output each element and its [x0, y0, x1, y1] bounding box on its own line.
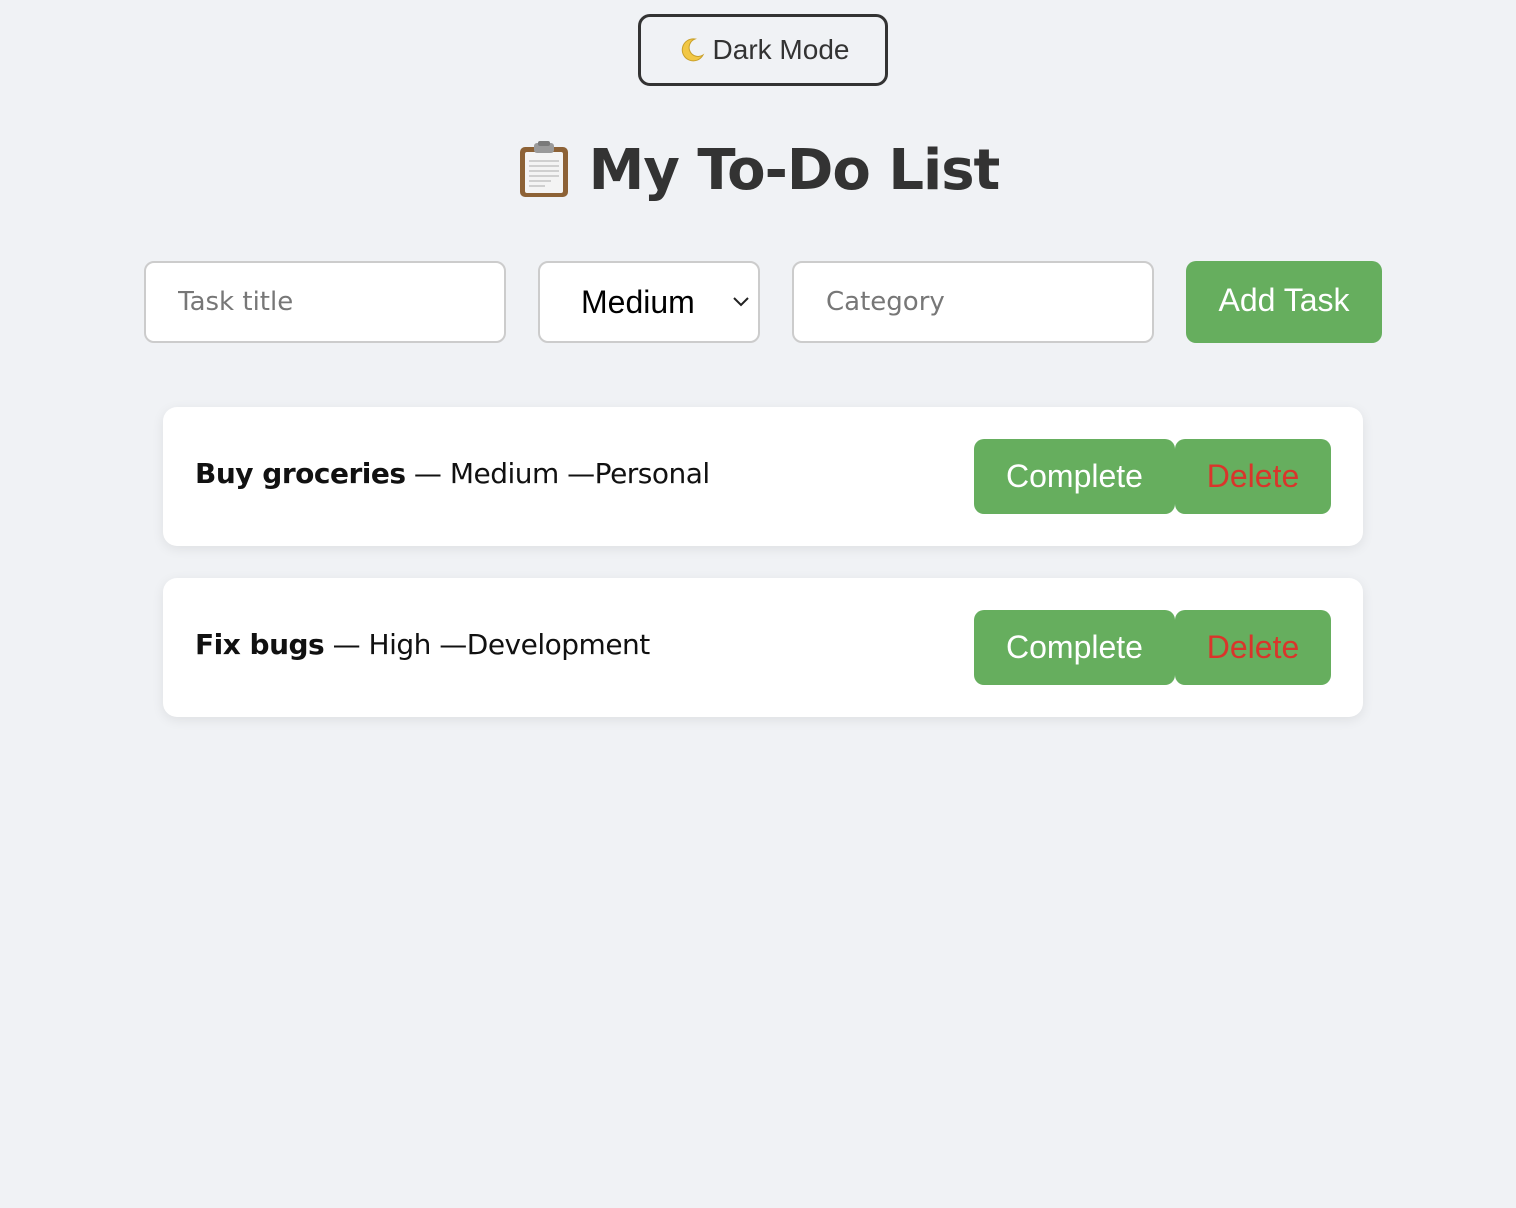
task-meta: — High —Development [324, 628, 651, 661]
task-title-field[interactable] [144, 261, 506, 343]
task-title-input[interactable] [178, 287, 504, 317]
dark-mode-toggle[interactable]: Dark Mode [638, 14, 888, 86]
add-task-button[interactable]: Add Task [1186, 261, 1382, 343]
dark-mode-label: Dark Mode [712, 34, 850, 65]
task-meta: — Medium —Personal [405, 457, 710, 490]
priority-select[interactable]: Medium [538, 261, 760, 343]
task-title: Fix bugs [195, 628, 325, 661]
chevron-down-icon [733, 297, 749, 307]
complete-button[interactable]: Complete [974, 610, 1175, 685]
page-title: My To-Do List [0, 132, 1516, 208]
page-title-text: My To-Do List [588, 137, 1001, 203]
priority-selected-value: Medium [581, 283, 695, 320]
moon-icon [681, 38, 704, 62]
task-text: Buy groceries — Medium —Personal [195, 457, 710, 490]
delete-button[interactable]: Delete [1175, 439, 1331, 514]
delete-button[interactable]: Delete [1175, 610, 1331, 685]
complete-button[interactable]: Complete [974, 439, 1175, 514]
category-field[interactable] [792, 261, 1154, 343]
task-card: Buy groceries — Medium —Personal Complet… [163, 407, 1363, 546]
task-title: Buy groceries [195, 457, 406, 490]
task-text: Fix bugs — High —Development [195, 628, 650, 661]
category-input[interactable] [826, 287, 1152, 317]
task-card: Fix bugs — High —Development Complete De… [163, 578, 1363, 717]
clipboard-icon [519, 141, 568, 197]
